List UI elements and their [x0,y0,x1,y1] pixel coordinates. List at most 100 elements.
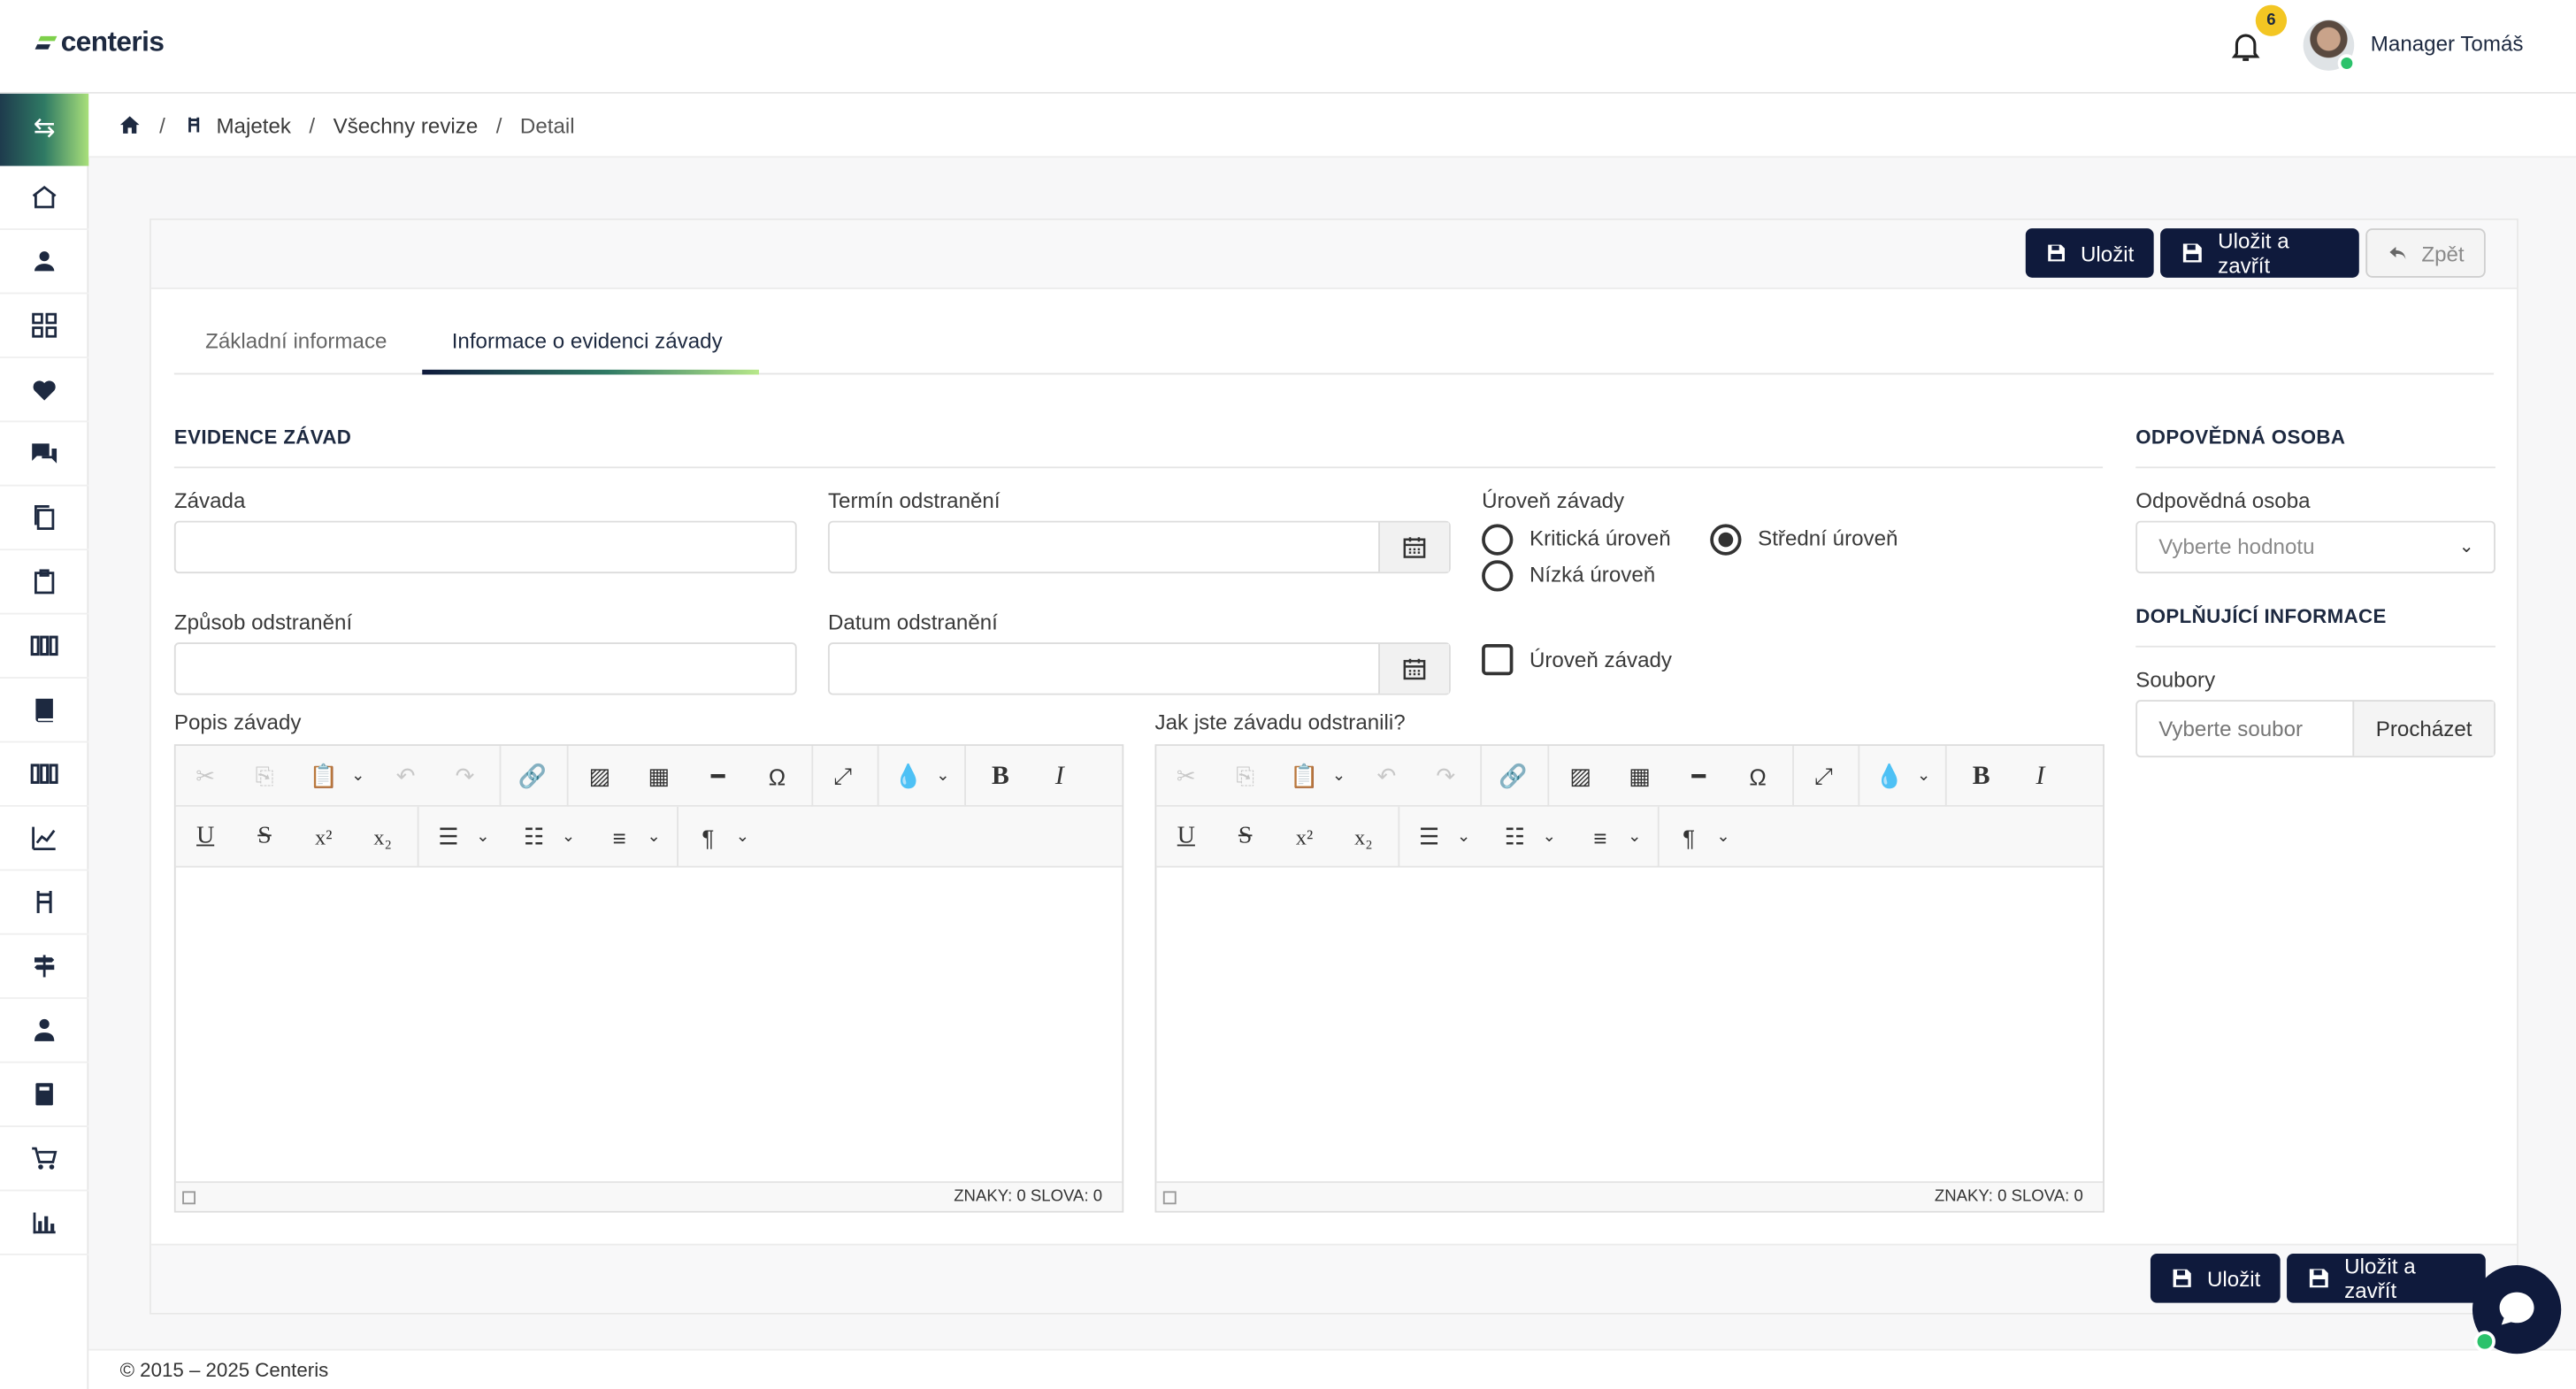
chevron-down-icon[interactable]: ⌄ [731,807,754,868]
horizontal-rule-icon[interactable]: ━ [698,746,738,807]
tab-defect-evidence[interactable]: Informace o evidenci závady [452,328,723,353]
sidebar-item-documents[interactable] [0,487,89,551]
italic-icon[interactable]: I [2020,746,2060,807]
bulleted-list-icon[interactable]: ☰ [1409,807,1449,868]
sidebar-item-journal[interactable] [0,1063,89,1127]
chevron-down-icon[interactable]: ⌄ [1453,807,1476,868]
table-icon[interactable]: ▦ [639,746,678,807]
sidebar-item-book[interactable] [0,679,89,743]
image-icon[interactable]: ▨ [1560,746,1600,807]
align-icon[interactable]: ≡ [600,807,640,868]
sidebar-item-signpost[interactable] [0,935,89,1000]
sidebar-item-favorites[interactable] [0,358,89,423]
sidebar-item-statistics[interactable] [0,807,89,871]
sidebar-item-employees[interactable] [0,999,89,1063]
responsible-select[interactable]: Vyberte hodnotu ⌄ [2135,520,2496,574]
defect-input[interactable] [173,520,797,574]
chevron-down-icon[interactable]: ⌄ [1913,746,1936,807]
fullscreen-icon[interactable]: ⤢ [1804,746,1844,807]
paste-icon[interactable]: 📋 [304,746,344,807]
sidebar-item-property[interactable] [0,871,89,935]
radio-critical-level[interactable] [1482,524,1514,556]
link-icon[interactable]: 🔗 [512,746,552,807]
sidebar-item-reports[interactable] [0,1191,89,1255]
removal-date-input[interactable] [827,642,1451,695]
undo-icon[interactable]: ↶ [386,746,426,807]
sidebar-item-clipboard[interactable] [0,550,89,615]
radio-medium-level[interactable] [1710,524,1742,556]
sidebar-item-users[interactable] [0,230,89,295]
back-button[interactable]: Zpět [2365,228,2486,278]
chevron-down-icon[interactable]: ⌄ [472,807,494,868]
bell-icon[interactable] [2227,28,2264,65]
chevron-down-icon[interactable]: ⌄ [642,807,665,868]
horizontal-rule-icon[interactable]: ━ [1679,746,1719,807]
sidebar-toggle-button[interactable]: ⇆ [0,93,89,166]
sidebar-item-racks[interactable] [0,742,89,807]
sidebar-item-home[interactable] [0,166,89,230]
align-icon[interactable]: ≡ [1581,807,1621,868]
superscript-icon[interactable]: x² [1284,807,1324,868]
save-button-bottom[interactable]: Uložit [2150,1253,2281,1303]
deadline-date-input[interactable] [827,520,1451,574]
chevron-down-icon[interactable]: ⌄ [932,746,954,807]
calendar-button[interactable] [1378,522,1449,572]
text-color-icon[interactable]: 💧 [1869,746,1909,807]
copy-icon[interactable]: ⎘ [1225,746,1265,807]
superscript-icon[interactable]: x² [304,807,344,868]
strikethrough-icon[interactable]: S [245,807,285,868]
bold-icon[interactable]: B [1961,746,2001,807]
numbered-list-icon[interactable]: ☷ [1495,807,1535,868]
chevron-down-icon[interactable]: ⌄ [1328,746,1351,807]
special-character-icon[interactable]: Ω [757,746,797,807]
image-icon[interactable]: ▨ [580,746,620,807]
file-upload[interactable]: Vyberte soubor Procházet [2135,700,2496,758]
chevron-down-icon[interactable]: ⌄ [1712,807,1735,868]
link-icon[interactable]: 🔗 [1493,746,1533,807]
redo-icon[interactable]: ↷ [1426,746,1466,807]
description-editor[interactable]: ✂ ⎘ 📋 ⌄ ↶ ↷ 🔗 ▨ ▦ ━ Ω ⤢ 💧 ⌄ B I U S x² x… [173,744,1124,1213]
save-and-close-button-bottom[interactable]: Uložit a zavřít [2287,1253,2486,1303]
level-checkbox[interactable] [1482,643,1514,676]
cut-icon[interactable]: ✂ [1167,746,1207,807]
table-icon[interactable]: ▦ [1620,746,1660,807]
file-placeholder[interactable]: Vyberte soubor [2137,702,2352,756]
fix-editor[interactable]: ✂ ⎘ 📋 ⌄ ↶ ↷ 🔗 ▨ ▦ ━ Ω ⤢ 💧 ⌄ B I U S x² x… [1154,744,2104,1213]
text-color-icon[interactable]: 💧 [889,746,929,807]
strikethrough-icon[interactable]: S [1225,807,1265,868]
home-icon[interactable] [119,113,142,136]
sidebar-item-dashboard[interactable] [0,294,89,358]
breadcrumb-item-assets[interactable]: Majetek [216,112,291,137]
underline-icon[interactable]: U [186,807,226,868]
sidebar-item-assets[interactable] [0,615,89,679]
radio-low-level[interactable] [1482,560,1514,592]
copy-icon[interactable]: ⎘ [245,746,285,807]
save-button[interactable]: Uložit [2025,228,2154,278]
redo-icon[interactable]: ↷ [445,746,485,807]
undo-icon[interactable]: ↶ [1367,746,1407,807]
subscript-icon[interactable]: x₂ [1344,807,1384,868]
bulleted-list-icon[interactable]: ☰ [429,807,469,868]
calendar-button[interactable] [1378,643,1449,694]
tab-basic-info[interactable]: Základní informace [205,328,387,353]
sidebar-item-shop[interactable] [0,1127,89,1192]
chevron-down-icon[interactable]: ⌄ [557,807,580,868]
cut-icon[interactable]: ✂ [186,746,226,807]
sidebar-item-messages[interactable] [0,422,89,487]
chevron-down-icon[interactable]: ⌄ [1623,807,1646,868]
special-character-icon[interactable]: Ω [1738,746,1778,807]
user-name[interactable]: Manager Tomáš [2371,31,2524,56]
numbered-list-icon[interactable]: ☷ [514,807,554,868]
paragraph-icon[interactable]: ¶ [688,807,728,868]
bold-icon[interactable]: B [981,746,1021,807]
browse-button[interactable]: Procházet [2352,701,2495,756]
save-and-close-button[interactable]: Uložit a zavřít [2160,228,2359,278]
chevron-down-icon[interactable]: ⌄ [347,746,370,807]
method-input[interactable] [173,642,797,695]
underline-icon[interactable]: U [1167,807,1207,868]
italic-icon[interactable]: I [1040,746,1080,807]
paste-icon[interactable]: 📋 [1284,746,1324,807]
logo[interactable]: centeris [36,27,165,59]
fullscreen-icon[interactable]: ⤢ [823,746,862,807]
breadcrumb-item-all-revisions[interactable]: Všechny revize [334,112,479,137]
